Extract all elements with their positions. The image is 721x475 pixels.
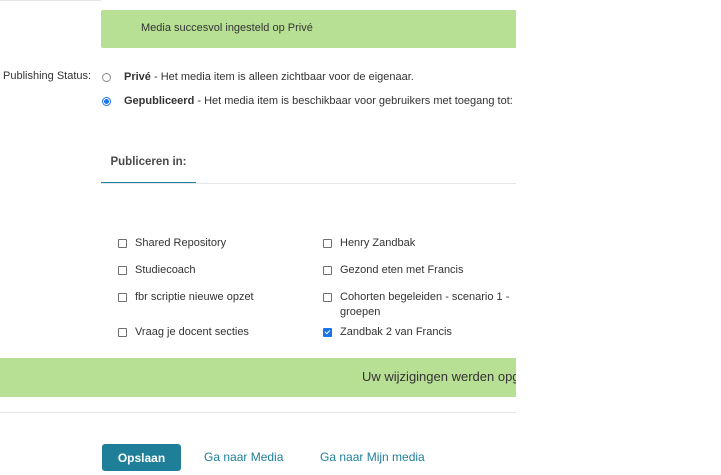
checkbox[interactable] (118, 266, 127, 275)
radio-private-text: Privé - Het media item is alleen zichtba… (124, 71, 414, 83)
success-alert-top: Media succesvol ingesteld op Privé (101, 10, 516, 48)
top-divider (0, 0, 101, 1)
radio-published-title: Gepubliceerd (124, 95, 195, 107)
goto-media-link[interactable]: Ga naar Media (204, 450, 283, 464)
radio-private-desc: - Het media item is alleen zichtbaar voo… (150, 71, 414, 83)
alert-message: Uw wijzigingen werden opgeslagen (362, 369, 516, 384)
checkbox[interactable] (118, 239, 127, 248)
channel-label: Henry Zandbak (340, 237, 416, 249)
channel-zandbak-2[interactable]: Zandbak 2 van Francis (323, 325, 508, 340)
radio-published-desc: - Het media item is beschikbaar voor geb… (194, 95, 513, 107)
checkbox[interactable] (118, 328, 127, 337)
form-divider (0, 412, 516, 413)
radio-option-published[interactable]: Gepubliceerd - Het media item is beschik… (102, 95, 513, 107)
publishing-status-label: Publishing Status: (3, 70, 92, 82)
radio-private-title: Privé (124, 71, 151, 83)
channel-fbr-scriptie[interactable]: fbr scriptie nieuwe opzet (118, 290, 303, 305)
channel-studiecoach[interactable]: Studiecoach (118, 263, 303, 278)
radio-private[interactable] (102, 72, 111, 82)
channel-label: Vraag je docent secties (135, 326, 249, 338)
radio-published-text: Gepubliceerd - Het media item is beschik… (124, 95, 513, 107)
save-button[interactable]: Opslaan (102, 444, 181, 471)
channel-label: Zandbak 2 van Francis (340, 326, 452, 338)
channel-cohorten-begeleiden[interactable]: Cohorten begeleiden - scenario 1 - groep… (323, 290, 513, 320)
channel-vraag-je-docent[interactable]: Vraag je docent secties (118, 325, 303, 340)
checkbox[interactable] (323, 293, 332, 302)
radio-option-private[interactable]: Privé - Het media item is alleen zichtba… (102, 71, 414, 83)
channel-shared-repository[interactable]: Shared Repository (118, 236, 303, 251)
channel-gezond-eten[interactable]: Gezond eten met Francis (323, 263, 508, 278)
channel-henry-zandbak[interactable]: Henry Zandbak (323, 236, 508, 251)
success-alert-bottom: Uw wijzigingen werden opgeslagen (0, 358, 516, 397)
alert-message: Media succesvol ingesteld op Privé (141, 22, 313, 34)
checkbox[interactable] (323, 266, 332, 275)
channel-label: fbr scriptie nieuwe opzet (135, 291, 254, 303)
checkbox-checked[interactable] (323, 328, 332, 337)
channel-label: Shared Repository (135, 237, 227, 249)
channel-label: Gezond eten met Francis (340, 264, 464, 276)
checkbox[interactable] (118, 293, 127, 302)
channel-label: Cohorten begeleiden - scenario 1 - groep… (340, 291, 510, 318)
checkbox[interactable] (323, 239, 332, 248)
channel-label: Studiecoach (135, 264, 196, 276)
tab-publish-in[interactable]: Publiceren in: (101, 146, 196, 184)
goto-my-media-link[interactable]: Ga naar Mijn media (320, 450, 425, 464)
radio-published[interactable] (102, 96, 111, 106)
tab-divider (101, 183, 516, 184)
